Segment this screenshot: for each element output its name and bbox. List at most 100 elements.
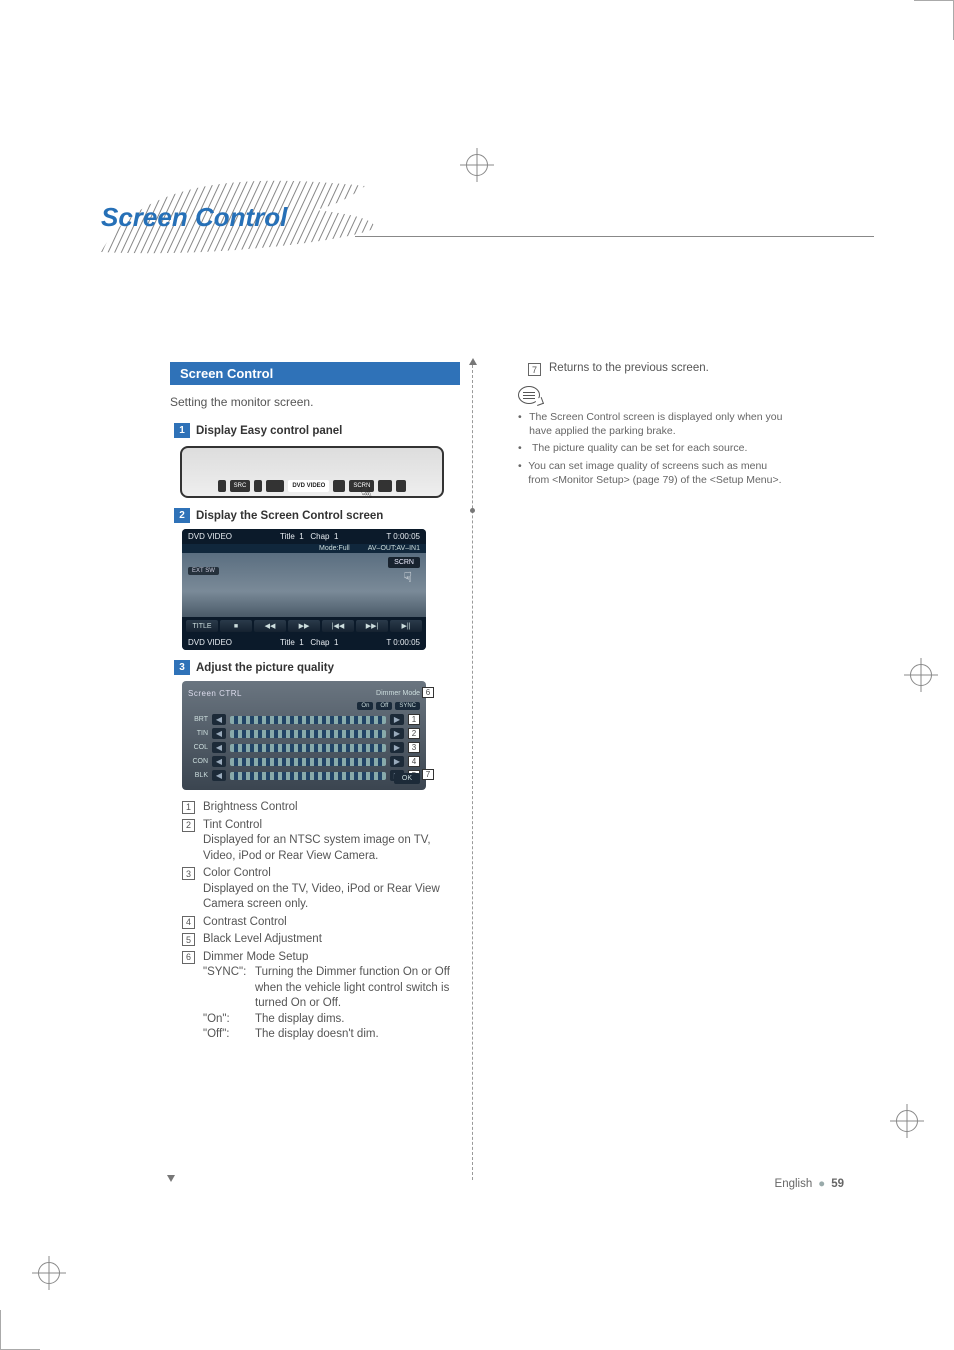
legend-6-off: The display doesn't dim. (255, 1027, 460, 1043)
osd-btn-ff: ▶▶ (288, 620, 320, 632)
osd-btn-prev: |◀◀ (322, 620, 354, 632)
adj-row-brt: BRT ◀ ▶ 1 (188, 714, 420, 725)
callout-1: 1 (408, 714, 420, 725)
osd-time: T 0:00:05 (386, 638, 420, 647)
footer-page-number: 59 (831, 1178, 844, 1190)
adj-title: Screen CTRL (188, 689, 242, 698)
slider-bar (230, 716, 386, 724)
dimmer-opt-sync: SYNC (395, 702, 420, 710)
osd-btn-rew: ◀◀ (254, 620, 286, 632)
flow-arrow-bottom (167, 1175, 175, 1182)
callout-4: 4 (408, 756, 420, 767)
panel-btn (378, 480, 392, 492)
legend-5: Black Level Adjustment (203, 932, 460, 948)
panel-btn (266, 480, 284, 492)
minus-icon: ◀ (212, 742, 226, 753)
plus-icon: ▶ (390, 756, 404, 767)
panel-title-bar: Screen Control (170, 362, 460, 385)
dimmer-opt-off: Off (376, 702, 392, 710)
legend-3-sub: Displayed on the TV, Video, iPod or Rear… (203, 883, 440, 911)
legend-1: Brightness Control (203, 800, 460, 816)
section-header: Screen Control (95, 180, 954, 260)
step-1: 1 Display Easy control panel (174, 423, 460, 438)
footer-bullet-icon: ● (818, 1178, 825, 1190)
slider-bar (230, 772, 386, 780)
panel-btn (333, 480, 345, 492)
osd-ext-sw: EXT SW (188, 567, 219, 575)
crop-mark-top-right (864, 0, 954, 90)
legend-6: Dimmer Mode Setup (203, 951, 308, 963)
legend-list: 1Brightness Control 2Tint ControlDisplay… (182, 800, 460, 1043)
section-title: Screen Control (101, 202, 287, 233)
adj-row-con: CON ◀ ▶ 4 (188, 756, 420, 767)
easy-control-panel-illustration: SRC DVD VIDEO SCRN ☟ (180, 446, 444, 498)
note-3: You can set image quality of screens suc… (528, 459, 788, 487)
adj-row-col: COL ◀ ▶ 3 (188, 742, 420, 753)
osd-time: T 0:00:05 (386, 532, 420, 541)
slider-bar (230, 730, 386, 738)
osd-source: DVD VIDEO (188, 638, 232, 647)
legend-7: Returns to the previous screen. (549, 362, 709, 374)
minus-icon: ◀ (212, 756, 226, 767)
step-2: 2 Display the Screen Control screen (174, 508, 460, 523)
note-icon (518, 386, 540, 404)
osd-mode: Mode:Full (319, 545, 350, 552)
bullet-icon: • (518, 459, 522, 487)
adj-row-tin: TIN ◀ ▶ 2 (188, 728, 420, 739)
legend-6-on: The display dims. (255, 1012, 460, 1028)
plus-icon: ▶ (390, 742, 404, 753)
step-text: Adjust the picture quality (196, 662, 334, 674)
panel-btn (254, 480, 262, 492)
panel-btn-src: SRC (230, 480, 251, 492)
page-footer: English ● 59 (775, 1178, 844, 1190)
osd-btn-title: TITLE (186, 620, 218, 632)
minus-icon: ◀ (212, 770, 226, 781)
registration-mark-bottom-left (32, 1256, 66, 1290)
bullet-icon: • (518, 441, 526, 455)
osd-scrn-button: SCRN (388, 557, 420, 568)
panel-btn (396, 480, 406, 492)
osd-avout: AV–OUT:AV–IN1 (368, 545, 420, 552)
minus-icon: ◀ (212, 714, 226, 725)
footer-language: English (775, 1178, 813, 1190)
touch-cursor-icon: ☟ (403, 569, 412, 586)
step-text: Display the Screen Control screen (196, 510, 383, 522)
step-badge: 3 (174, 660, 190, 675)
legend-6-sync: Turning the Dimmer function On or Off wh… (255, 965, 460, 1012)
minus-icon: ◀ (212, 728, 226, 739)
header-rule (355, 236, 874, 237)
legend-4: Contrast Control (203, 915, 460, 931)
bullet-icon: • (518, 410, 523, 438)
step-badge: 1 (174, 423, 190, 438)
osd-source: DVD VIDEO (188, 532, 232, 541)
step-3: 3 Adjust the picture quality (174, 660, 460, 675)
registration-mark-right (904, 658, 938, 692)
notes-list: •The Screen Control screen is displayed … (518, 410, 788, 487)
note-2: The picture quality can be set for each … (532, 441, 747, 455)
step-text: Display Easy control panel (196, 425, 342, 437)
osd-transport-bar: TITLE ■ ◀◀ ▶▶ |◀◀ ▶▶| ▶|| (182, 617, 426, 635)
callout-7-ref: 7 (528, 363, 541, 376)
slider-bar (230, 744, 386, 752)
legend-2: Tint Control (203, 819, 262, 831)
osd-btn-playpause: ▶|| (390, 620, 422, 632)
left-column: Screen Control Setting the monitor scree… (170, 362, 460, 1045)
picture-quality-screenshot: Screen CTRL Dimmer Mode On Off SYNC 6 BR… (182, 681, 426, 790)
callout-7: 7 (422, 769, 434, 780)
dimmer-opt-on: On (357, 702, 373, 710)
screen-control-screenshot: DVD VIDEO Title 1 Chap 1 T 0:00:05 Mode:… (182, 529, 426, 650)
note-1: The Screen Control screen is displayed o… (529, 410, 788, 438)
osd-btn-next: ▶▶| (356, 620, 388, 632)
registration-mark-top (460, 148, 494, 182)
plus-icon: ▶ (390, 714, 404, 725)
callout-2: 2 (408, 728, 420, 739)
plus-icon: ▶ (390, 728, 404, 739)
adj-row-blk: BLK ◀ ▶ 5 (188, 770, 420, 781)
slider-bar (230, 758, 386, 766)
callout-6: 6 (422, 687, 434, 698)
legend-3: Color Control (203, 867, 271, 879)
panel-label-dvd: DVD VIDEO (288, 480, 329, 492)
osd-btn-stop: ■ (220, 620, 252, 632)
panel-btn (218, 480, 226, 492)
registration-mark-bottom-right (890, 1104, 924, 1138)
